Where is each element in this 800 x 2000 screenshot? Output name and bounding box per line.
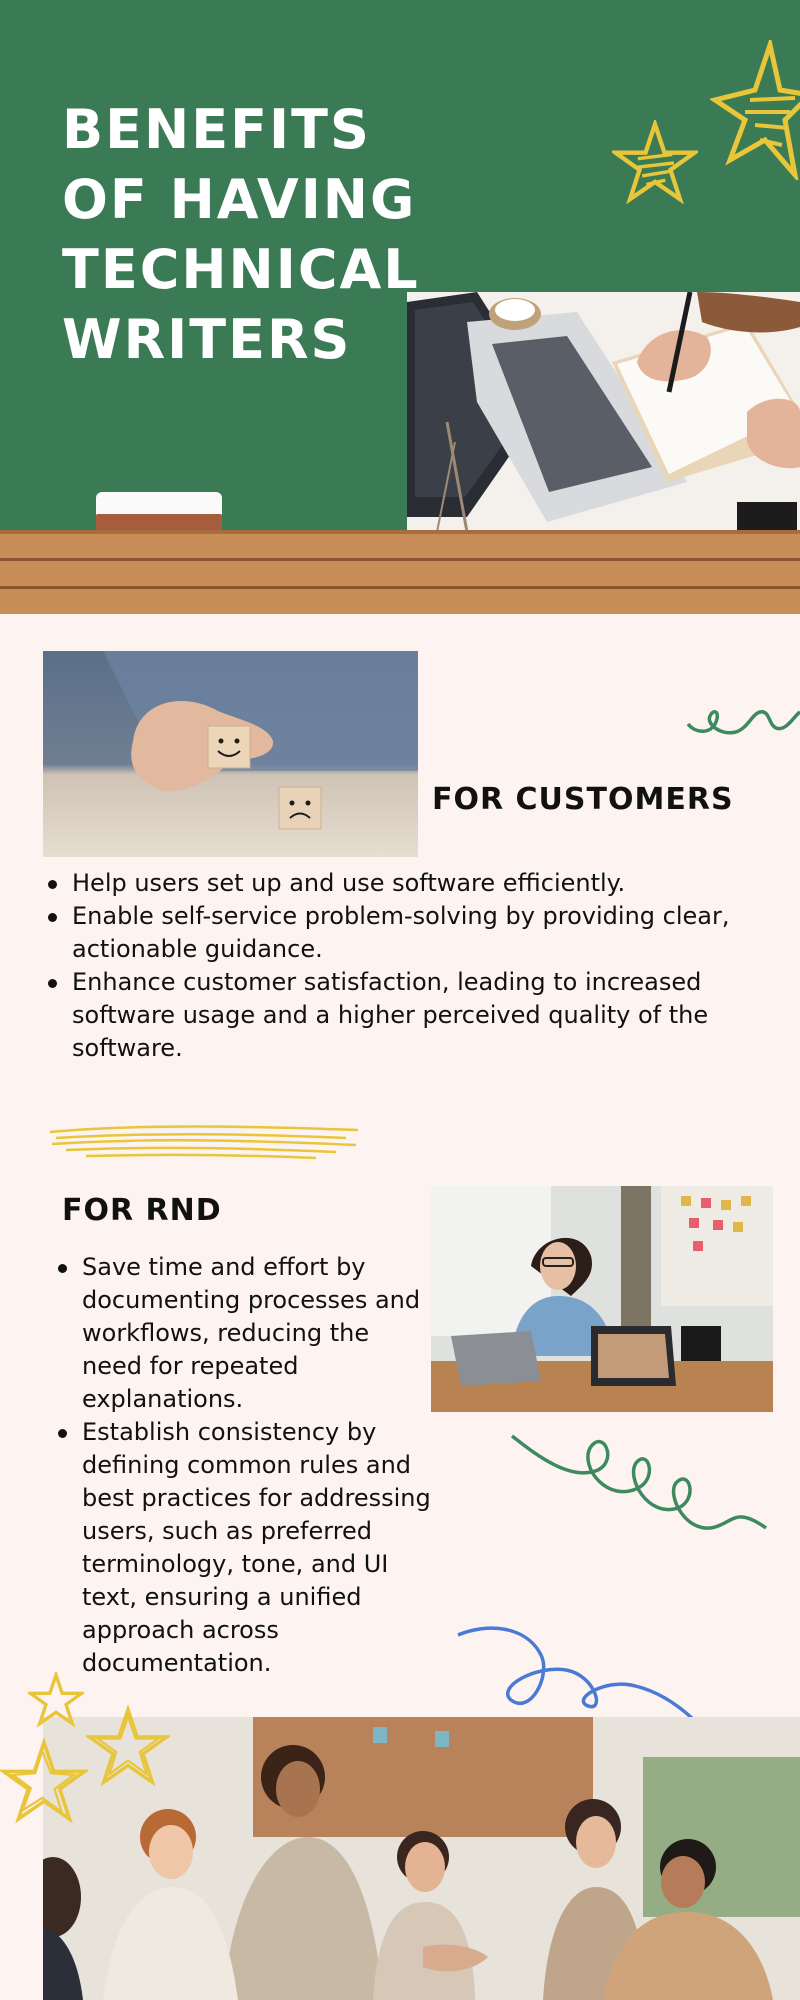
star-doodle-icon: [710, 40, 800, 180]
laptop-notebook-photo: [407, 292, 800, 532]
list-item: Help users set up and use software effic…: [44, 867, 744, 900]
blue-squiggle-icon: [457, 1626, 696, 1720]
chalkboard-ledge: [0, 530, 800, 614]
chalkboard-eraser: [96, 492, 222, 532]
hero-chalkboard: BENEFITS OF HAVING TECHNICAL WRITERS: [0, 0, 800, 614]
smiley-cube-photo: [43, 651, 418, 857]
rnd-benefit-list: Save time and effort by documenting proc…: [54, 1251, 434, 1680]
woman-at-laptop-photo: [431, 1186, 773, 1412]
list-item: Enhance customer satisfaction, leading t…: [44, 966, 744, 1065]
star-doodle-icon: [28, 1672, 84, 1728]
star-doodle-icon: [612, 120, 698, 205]
star-doodle-icon: [86, 1705, 170, 1787]
customers-benefit-list: Help users set up and use software effic…: [44, 867, 744, 1065]
list-item: Save time and effort by documenting proc…: [54, 1251, 434, 1416]
yellow-scribble-divider: [49, 1125, 359, 1160]
customers-heading: FOR CUSTOMERS: [432, 782, 734, 817]
green-squiggle-icon: [686, 710, 800, 735]
list-item: Enable self-service problem-solving by p…: [44, 900, 744, 966]
green-loop-squiggle-icon: [510, 1434, 768, 1530]
list-item: Establish consistency by defining common…: [54, 1416, 434, 1680]
page-title: BENEFITS OF HAVING TECHNICAL WRITERS: [62, 98, 420, 371]
star-doodle-icon: [0, 1738, 88, 1824]
rnd-heading: FOR RND: [62, 1193, 222, 1228]
